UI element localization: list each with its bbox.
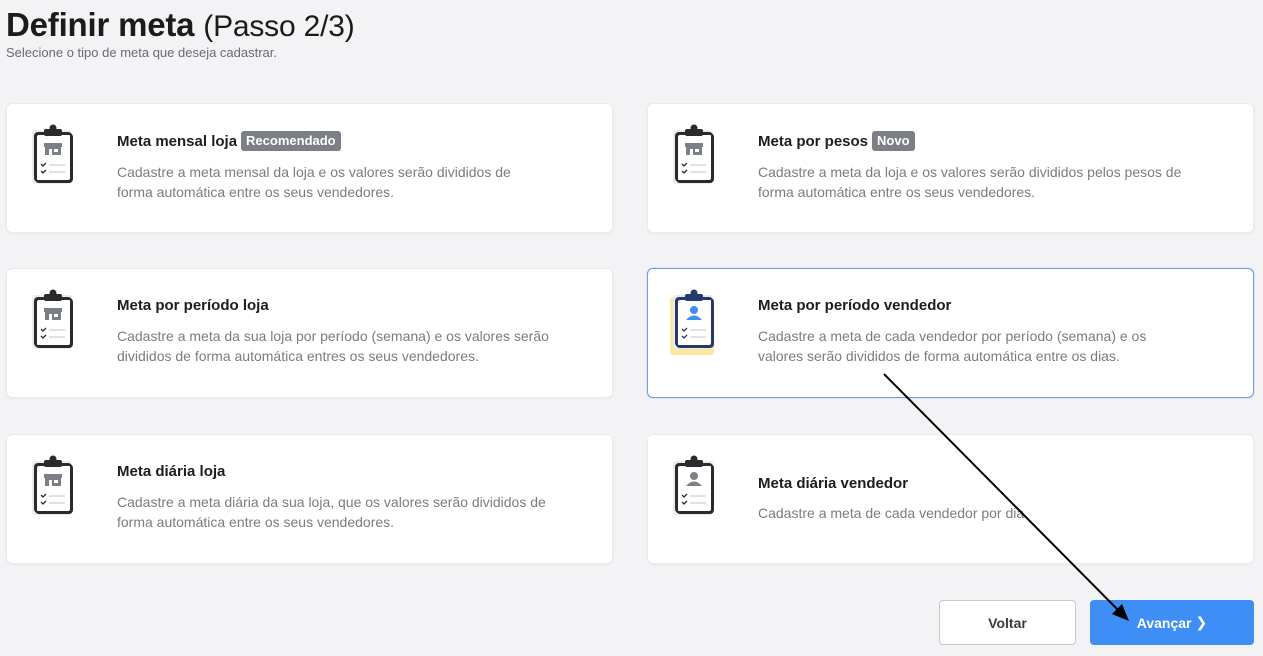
- card-desc-line: Cadastre a meta da sua loja por período …: [117, 328, 549, 344]
- card-title: Meta por período vendedor: [758, 297, 951, 314]
- card-title-text: Meta diária vendedor: [758, 475, 909, 492]
- card-desc-line: Cadastre a meta de cada vendedor por per…: [758, 328, 1147, 344]
- card-title: Meta por período loja: [117, 297, 269, 314]
- card-desc-line: forma automática entre os seus vendedore…: [117, 184, 395, 200]
- card-title-text: Meta mensal loja: [117, 132, 238, 150]
- card-desc-line: Cadastre a meta da loja e os valores ser…: [758, 164, 1182, 180]
- card-description: Cadastre a meta mensal da loja e os valo…: [117, 162, 511, 202]
- card-meta-por-periodo-vendedor[interactable]: Meta por período vendedor Cadastre a met…: [647, 268, 1254, 398]
- card-description: Cadastre a meta da sua loja por período …: [117, 326, 549, 366]
- card-title-text: Meta por período vendedor: [758, 297, 952, 314]
- new-badge: Novo: [872, 131, 915, 151]
- card-title-text: Meta diária loja: [117, 463, 226, 480]
- card-meta-diaria-loja[interactable]: Meta diária loja Cadastre a meta diária …: [6, 434, 613, 564]
- page-subtitle: Selecione o tipo de meta que deseja cada…: [6, 45, 278, 60]
- card-title: Meta diária vendedor: [758, 475, 908, 492]
- card-desc-line: forma automática entre os seus vendedore…: [117, 514, 395, 530]
- back-button[interactable]: Voltar: [939, 600, 1076, 645]
- card-meta-por-periodo-loja[interactable]: Meta por período loja Cadastre a meta da…: [6, 268, 613, 398]
- store-clipboard-icon: [29, 289, 79, 351]
- card-description: Cadastre a meta de cada vendedor por dia…: [758, 503, 1028, 523]
- person-clipboard-icon: [670, 289, 720, 355]
- card-meta-mensal-loja[interactable]: Meta mensal loja Recomendado Cadastre a …: [6, 103, 613, 233]
- card-title: Meta diária loja: [117, 463, 225, 480]
- card-desc-line: forma automática entre os seus vendedore…: [758, 184, 1036, 200]
- recommended-badge: Recomendado: [241, 131, 341, 151]
- card-meta-diaria-vendedor[interactable]: Meta diária vendedor Cadastre a meta de …: [647, 434, 1254, 564]
- page-step: (Passo 2/3): [203, 10, 355, 43]
- back-button-label: Voltar: [988, 614, 1027, 631]
- page-title-text: Definir meta: [6, 6, 195, 43]
- card-desc-line: Cadastre a meta diária da sua loja, que …: [117, 494, 546, 510]
- card-description: Cadastre a meta diária da sua loja, que …: [117, 492, 546, 532]
- card-desc-line: valores serão divididos de forma automát…: [758, 348, 1120, 364]
- card-title-text: Meta por período loja: [117, 297, 269, 314]
- card-desc-line: Cadastre a meta de cada vendedor por dia…: [758, 505, 1029, 521]
- card-desc-line: divididos de forma automática entres os …: [117, 348, 479, 364]
- store-clipboard-icon: [29, 124, 79, 186]
- page-title: Definir meta (Passo 2/3): [6, 6, 355, 44]
- card-description: Cadastre a meta de cada vendedor por per…: [758, 326, 1146, 366]
- store-clipboard-icon: [29, 455, 79, 517]
- card-description: Cadastre a meta da loja e os valores ser…: [758, 162, 1181, 202]
- card-title: Meta por pesos Novo: [758, 131, 915, 151]
- person-clipboard-icon: [670, 455, 720, 517]
- chevron-right-icon: ❯: [1195, 614, 1208, 630]
- store-clipboard-icon: [670, 124, 720, 186]
- card-desc-line: Cadastre a meta mensal da loja e os valo…: [117, 164, 511, 180]
- card-title: Meta mensal loja Recomendado: [117, 131, 341, 151]
- goal-type-page: Definir meta (Passo 2/3) Selecione o tip…: [0, 0, 1263, 656]
- next-button[interactable]: Avançar ❯: [1090, 600, 1254, 645]
- card-meta-por-pesos[interactable]: Meta por pesos Novo Cadastre a meta da l…: [647, 103, 1254, 233]
- next-button-label: Avançar: [1136, 614, 1192, 631]
- card-title-text: Meta por pesos: [758, 132, 869, 150]
